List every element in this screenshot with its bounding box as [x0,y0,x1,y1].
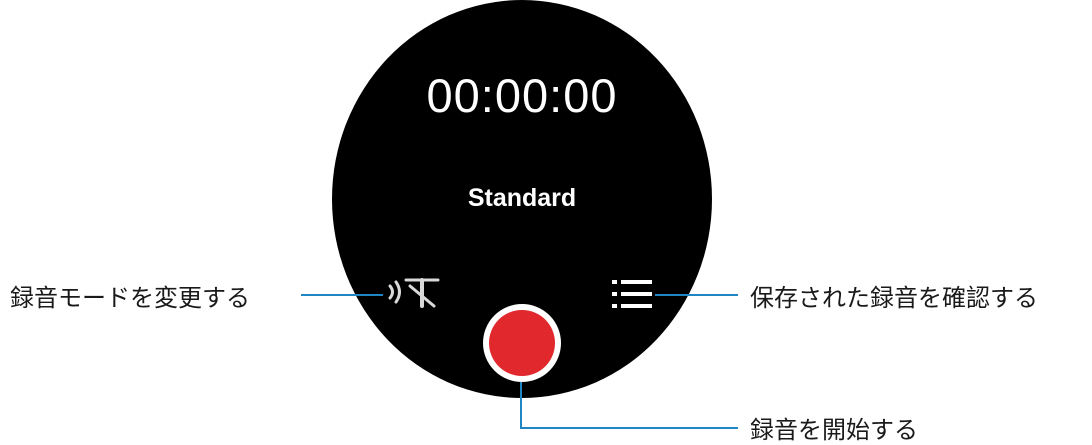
record-icon [489,310,555,376]
list-icon[interactable] [610,276,654,312]
recording-mode-icon[interactable] [384,272,442,312]
recording-timer: 00:00:00 [426,69,618,122]
callout-line-record-horizontal [520,427,738,429]
callout-line-list [655,294,738,296]
callout-change-mode: 録音モードを変更する [10,284,250,312]
recording-mode-label: Standard [467,184,577,212]
callout-start-recording: 録音を開始する [750,416,918,444]
callout-line-record-vertical [520,382,522,428]
callout-view-saved: 保存された録音を確認する [750,284,1038,312]
callout-line-mode [301,294,383,296]
record-button[interactable] [483,304,561,382]
